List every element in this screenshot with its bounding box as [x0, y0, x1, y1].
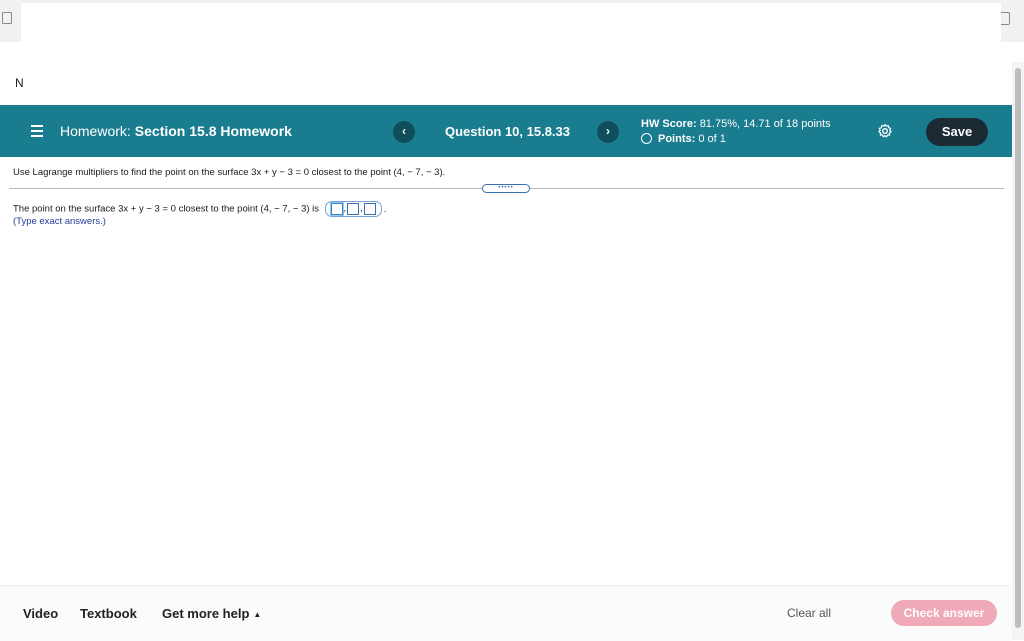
- answer-z-input[interactable]: [363, 203, 376, 215]
- sidebar-toggle-icon[interactable]: [2, 12, 12, 24]
- circle-outline-icon: [641, 133, 652, 144]
- question-prompt: Use Lagrange multipliers to find the poi…: [13, 167, 446, 178]
- answer-tuple: ,,: [324, 201, 382, 217]
- video-link[interactable]: Video: [23, 606, 58, 621]
- save-button[interactable]: Save: [926, 118, 988, 146]
- caret-up-icon: ▲: [253, 610, 262, 619]
- hw-score-label: HW Score:: [641, 118, 697, 130]
- score-summary: HW Score: 81.75%, 14.71 of 18 points Poi…: [641, 117, 831, 147]
- next-question-button[interactable]: ›: [597, 121, 619, 143]
- answer-x-input[interactable]: [330, 203, 343, 215]
- get-more-help-link[interactable]: Get more help ▲: [162, 606, 261, 621]
- hw-score-value: 81.75%, 14.71 of 18 points: [699, 118, 831, 130]
- truncated-letter: N: [15, 76, 24, 90]
- answer-hint: (Type exact answers.): [13, 216, 106, 227]
- homework-header: Homework: Section 15.8 Homework ‹ Questio…: [0, 105, 1012, 157]
- answer-separator: ,: [360, 203, 363, 213]
- get-more-help-label: Get more help: [162, 606, 250, 621]
- previous-question-button[interactable]: ‹: [393, 121, 415, 143]
- answer-y-input[interactable]: [347, 203, 360, 215]
- answer-prefix: The point on the surface 3x + y − 3 = 0 …: [13, 203, 320, 215]
- share-icon[interactable]: [1000, 12, 1010, 25]
- clear-all-button[interactable]: Clear all: [787, 606, 831, 620]
- textbook-link[interactable]: Textbook: [80, 606, 137, 621]
- homework-title: Homework: Section 15.8 Homework: [60, 123, 292, 139]
- page-scrollbar[interactable]: [1012, 62, 1024, 640]
- question-selector[interactable]: Question 10, 15.8.33: [445, 124, 570, 139]
- points-value: 0 of 1: [698, 133, 726, 145]
- answer-line: The point on the surface 3x + y − 3 = 0 …: [13, 201, 386, 217]
- check-answer-button[interactable]: Check answer: [891, 600, 997, 626]
- footer-bar: Video Textbook Get more help ▲ Clear all …: [0, 585, 1012, 641]
- pane-resize-handle[interactable]: •••••: [482, 184, 530, 193]
- answer-suffix: .: [383, 203, 387, 215]
- hamburger-icon[interactable]: [31, 125, 43, 137]
- scrollbar-thumb[interactable]: [1015, 68, 1021, 628]
- gear-icon[interactable]: [877, 123, 893, 139]
- answer-separator: ,: [343, 203, 347, 213]
- homework-name: Section 15.8 Homework: [134, 123, 292, 139]
- homework-label: Homework:: [60, 123, 131, 139]
- blank-top-panel: [21, 3, 1001, 103]
- points-label: Points:: [658, 133, 696, 145]
